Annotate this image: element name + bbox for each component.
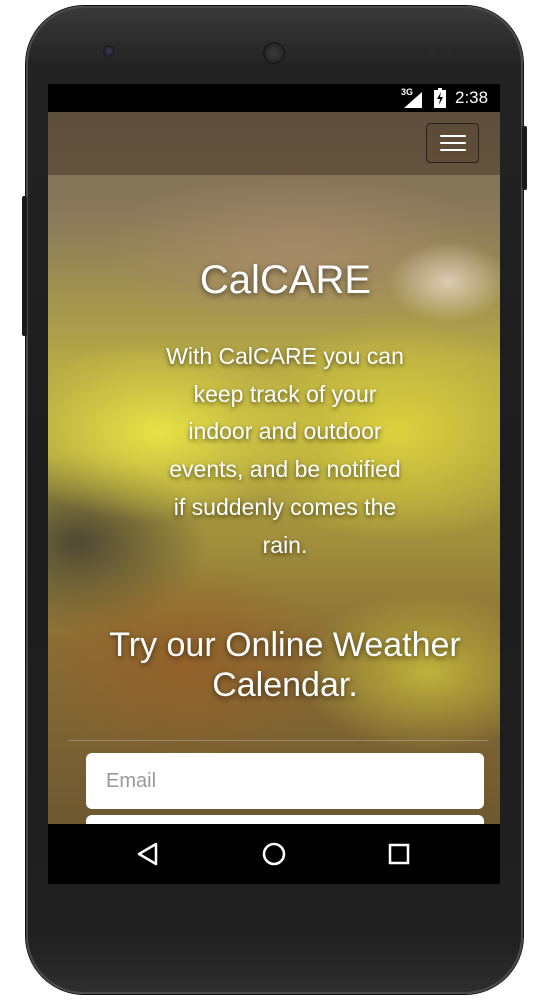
recents-button[interactable] <box>359 824 439 884</box>
screen: 3G 2:38 CalCARE With CalCARE you can kee… <box>48 84 500 884</box>
recents-square-icon <box>388 843 410 865</box>
hamburger-menu-icon <box>440 135 466 137</box>
volume-button <box>22 196 27 336</box>
divider <box>68 740 488 741</box>
system-navigation-bar <box>48 824 500 884</box>
power-button <box>522 126 527 190</box>
back-button[interactable] <box>108 824 188 884</box>
light-sensor <box>444 50 450 56</box>
earpiece-speaker <box>263 42 285 64</box>
home-button[interactable] <box>234 824 314 884</box>
battery-charging-icon <box>434 88 446 108</box>
hero-title: CalCARE <box>199 258 372 302</box>
hamburger-menu-icon-bar <box>440 142 466 144</box>
hero-description: With CalCARE you can keep track of your … <box>166 343 404 558</box>
proximity-sensor <box>429 50 435 56</box>
email-input[interactable] <box>86 753 484 809</box>
back-triangle-icon <box>137 842 158 866</box>
cta-heading: Try our Online Weather Calendar. <box>109 626 461 704</box>
page-content[interactable]: CalCARE With CalCARE you can keep track … <box>48 112 500 824</box>
status-bar: 3G 2:38 <box>48 84 500 112</box>
home-circle-icon <box>262 842 286 866</box>
secondary-input[interactable] <box>86 815 484 824</box>
front-camera <box>103 45 115 57</box>
top-navbar <box>48 112 500 175</box>
clock: 2:38 <box>455 88 489 107</box>
hamburger-menu-icon-bar <box>440 149 466 151</box>
signal-icon <box>404 92 422 108</box>
hamburger-menu-button[interactable] <box>426 123 479 163</box>
